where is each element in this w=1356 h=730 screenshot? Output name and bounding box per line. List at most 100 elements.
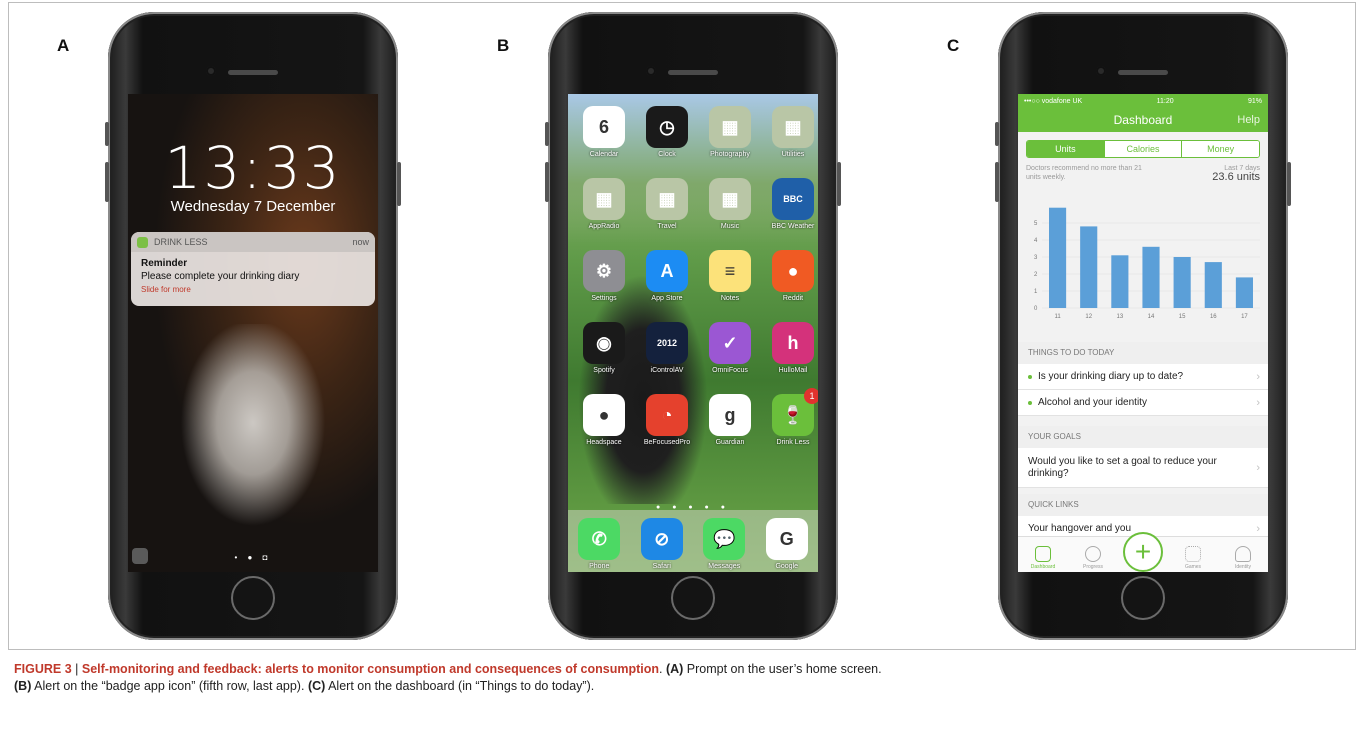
app-label: Settings — [591, 295, 617, 302]
y-tick-label: 2 — [1034, 272, 1038, 278]
panel-c-label: C — [947, 36, 960, 55]
tab-dashboard[interactable]: Dashboard — [1023, 546, 1063, 570]
app-label: OmniFocus — [712, 367, 748, 374]
speaker-grille — [668, 70, 718, 75]
y-tick-label: 4 — [1034, 238, 1038, 244]
home-button[interactable] — [1121, 576, 1165, 620]
app-label: Photography — [710, 151, 750, 158]
volume-button — [545, 162, 549, 202]
app-utilities[interactable]: ▦ Utilities — [767, 106, 818, 158]
app-label: Guardian — [715, 439, 745, 446]
app-photography[interactable]: ▦ Photography — [704, 106, 756, 158]
y-tick-label: 5 — [1034, 221, 1038, 227]
caption-title: Self-monitoring and feedback: alerts to … — [81, 662, 659, 676]
app-omnifocus[interactable]: ✓ OmniFocus — [704, 322, 756, 374]
icontrolav-icon: 2012 — [646, 322, 688, 364]
notes-icon: ≡ — [709, 250, 751, 292]
app-safari[interactable]: ⊘ Safari — [640, 518, 683, 572]
app-calendar[interactable]: 6 Calendar — [578, 106, 630, 158]
app-google[interactable]: G Google — [765, 518, 808, 572]
lock-date: Wednesday 7 December — [170, 198, 336, 215]
notification-message: Please complete your drinking diary — [141, 271, 300, 282]
bullet-icon — [1028, 400, 1032, 405]
app-bbc-weather[interactable]: BBC BBC Weather — [767, 178, 818, 230]
app-befocusedpro[interactable]: ◔ BeFocusedPro — [641, 394, 693, 446]
tab-money[interactable]: Money — [1181, 141, 1259, 157]
y-tick-label: 1 — [1034, 289, 1038, 295]
home-button[interactable] — [671, 576, 715, 620]
tab-calories[interactable]: Calories — [1103, 141, 1182, 157]
tab-progress[interactable]: Progress — [1073, 546, 1113, 570]
tab-units[interactable]: Units — [1027, 141, 1104, 157]
mute-switch — [105, 122, 109, 146]
app-music[interactable]: ▦ Music — [704, 178, 756, 230]
volume-button — [105, 162, 109, 202]
home-screen: 6 Calendar ◷ Clock ▦ Photography ▦ Utilities ▦ Ap… — [568, 94, 818, 572]
period-summary: Last 7 days 23.6 units — [1212, 164, 1260, 183]
y-tick-label: 0 — [1034, 306, 1038, 312]
section-things-to-do: THINGS TO DO TODAY — [1018, 342, 1268, 364]
app-label: Travel — [657, 223, 677, 230]
status-bar: •••○○ vodafone UK 11:20 91% — [1018, 94, 1268, 108]
notification-title: Reminder — [141, 258, 188, 269]
recommendation-text: Doctors recommend no more than 21 units … — [1026, 165, 1142, 181]
tab-identity[interactable]: Identity — [1223, 546, 1263, 570]
app-label: HulloMail — [778, 367, 808, 374]
todo-item-identity[interactable]: Alcohol and your identity › — [1018, 390, 1268, 416]
wallpaper-dog — [168, 324, 338, 544]
app-guardian[interactable]: g Guardian — [704, 394, 756, 446]
caption-a-label: (A) — [665, 662, 684, 676]
page-indicator: • ● ◘ — [234, 553, 272, 562]
add-drink-button[interactable]: + — [1123, 532, 1163, 572]
app-travel[interactable]: ▦ Travel — [641, 178, 693, 230]
caption-c-text: Alert on the dashboard (in “Things to do… — [328, 679, 595, 693]
segmented-control: Units Calories Money — [1026, 140, 1260, 158]
app-app-store[interactable]: A App Store — [641, 250, 693, 302]
units-summary: Doctors recommend no more than 21 units … — [1018, 158, 1268, 183]
app-phone[interactable]: ✆ Phone — [578, 518, 621, 572]
app-hullomail[interactable]: h HulloMail — [767, 322, 818, 374]
todo-item-label: Alcohol and your identity — [1038, 397, 1147, 408]
bar-17 — [1235, 277, 1253, 308]
bar-12 — [1080, 226, 1098, 308]
app-appradio[interactable]: ▦ AppRadio — [578, 178, 630, 230]
todo-item-diary[interactable]: Is your drinking diary up to date? › — [1018, 364, 1268, 390]
help-button[interactable]: Help — [1237, 114, 1260, 126]
app-headspace[interactable]: ● Headspace — [578, 394, 630, 446]
app-spotify[interactable]: ◉ Spotify — [578, 322, 630, 374]
notification-action[interactable]: Slide for more — [141, 283, 365, 296]
chevron-right-icon: › — [1256, 522, 1260, 535]
timer-icon: ◔ — [646, 394, 688, 436]
power-button — [397, 162, 401, 206]
x-tick-label: 12 — [1085, 314, 1092, 320]
x-tick-label: 13 — [1117, 314, 1124, 320]
figure-caption: FIGURE 3 | Self-monitoring and feedback:… — [14, 662, 882, 693]
tab-games[interactable]: Games — [1173, 546, 1213, 570]
app-clock[interactable]: ◷ Clock — [641, 106, 693, 158]
app-label: App Store — [651, 295, 683, 302]
app-reddit[interactable]: ● Reddit — [767, 250, 818, 302]
home-button[interactable] — [231, 576, 275, 620]
power-button — [1287, 162, 1291, 206]
dock: ✆ Phone ⊘ Safari 💬 Messages G Google — [568, 510, 818, 572]
app-settings[interactable]: ⚙ Settings — [578, 250, 630, 302]
folder-icon: ▦ — [646, 178, 688, 220]
goal-item[interactable]: Would you like to set a goal to reduce y… — [1018, 448, 1268, 488]
dashboard-list: THINGS TO DO TODAY Is your drinking diar… — [1018, 342, 1268, 542]
app-icontrolav[interactable]: 2012 iControlAV — [641, 322, 693, 374]
notification-time: now — [352, 237, 369, 247]
notification-app-name: DRINK LESS — [154, 237, 208, 247]
compass-icon: ⊘ — [640, 518, 683, 560]
games-icon — [1185, 546, 1201, 562]
power-button — [837, 162, 841, 206]
notification-header: DRINK LESS now — [131, 232, 375, 252]
bar-13 — [1111, 255, 1129, 308]
app-label: Phone — [589, 563, 610, 570]
guardian-icon: g — [709, 394, 751, 436]
app-label: Google — [775, 563, 799, 570]
app-drink-less[interactable]: 🍷 1 Drink Less — [767, 388, 818, 446]
app-notes[interactable]: ≡ Notes — [704, 250, 756, 302]
app-messages[interactable]: 💬 Messages — [703, 518, 746, 572]
notification-banner[interactable]: DRINK LESS now Reminder Please complete … — [131, 232, 375, 306]
app-label: Clock — [658, 151, 676, 158]
